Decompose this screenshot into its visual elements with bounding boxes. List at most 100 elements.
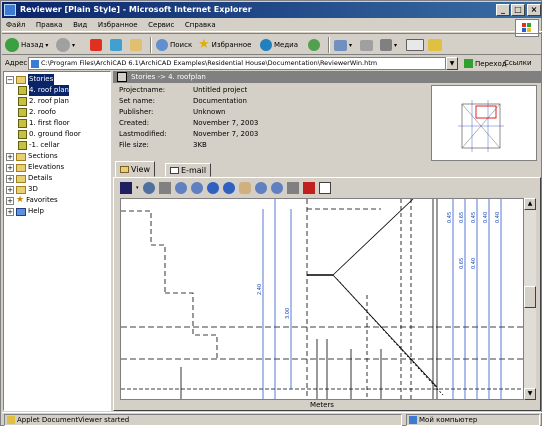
tree-help-label: Help: [28, 207, 44, 215]
forward-arrow-icon: [56, 38, 70, 52]
edit-button[interactable]: ▾: [380, 37, 397, 53]
tab-email[interactable]: E-mail: [165, 163, 212, 177]
tree-favorites[interactable]: + ★ Favorites: [6, 195, 58, 206]
tree-story-item[interactable]: 0. ground floor: [18, 129, 81, 140]
save-icon[interactable]: [120, 182, 132, 194]
tree-story-item[interactable]: -1. cellar: [18, 140, 60, 151]
tree-story-item[interactable]: 1. first floor: [18, 118, 70, 129]
plan-drawing[interactable]: 2.40 3.00 0.45 0.65 0.45 0.40 0.40 0.65 …: [120, 198, 524, 400]
tab-strip: View E-mail: [113, 161, 541, 177]
search-icon: [156, 39, 168, 51]
pan-icon[interactable]: [142, 182, 155, 194]
search-label: Поиск: [170, 41, 193, 49]
zoom-next-icon[interactable]: [270, 182, 283, 194]
scroll-down-icon[interactable]: ▼: [524, 388, 536, 400]
tree-3d[interactable]: + 3D: [6, 184, 38, 195]
tree-elevations-label: Elevations: [28, 163, 65, 171]
tree-elevations[interactable]: + Elevations: [6, 162, 64, 173]
address-value: C:\Program Files\ArchiCAD 6.1\ArchiCAD E…: [41, 59, 378, 67]
menu-help[interactable]: Справка: [181, 19, 220, 31]
maximize-button[interactable]: □: [511, 4, 525, 16]
address-input[interactable]: C:\Program Files\ArchiCAD 6.1\ArchiCAD E…: [28, 57, 446, 70]
favorites-button[interactable]: ★ Избранное: [198, 37, 251, 53]
tree-story-label: 0. ground floor: [29, 130, 81, 138]
go-label: Переход: [475, 59, 507, 68]
zoom-in-icon[interactable]: [206, 182, 219, 194]
links-button[interactable]: Ссылки: [504, 59, 532, 67]
back-arrow-icon: [5, 38, 19, 52]
tree-stories[interactable]: − Stories: [6, 74, 55, 85]
expand-icon: +: [6, 185, 14, 194]
status-zone-text: Мой компьютер: [419, 416, 478, 424]
history-button[interactable]: [308, 37, 320, 53]
stop-button[interactable]: [90, 37, 102, 53]
folder-icon: [16, 75, 26, 84]
layers-icon[interactable]: [286, 182, 299, 194]
folder-icon: [16, 152, 26, 161]
info-value: November 7, 2003: [193, 119, 259, 127]
discuss-button[interactable]: [406, 37, 424, 53]
tree-sections[interactable]: + Sections: [6, 151, 58, 162]
info-header: Stories -> 4. roofplan: [113, 71, 541, 83]
expand-icon: +: [6, 207, 14, 216]
history-icon: [308, 39, 320, 51]
scroll-up-icon[interactable]: ▲: [524, 198, 536, 210]
tree-3d-label: 3D: [28, 185, 38, 193]
status-zone: Мой компьютер: [406, 414, 540, 426]
media-button[interactable]: Медиа: [260, 37, 298, 53]
scroll-thumb[interactable]: [524, 286, 536, 308]
zoom-previous-icon[interactable]: [254, 182, 267, 194]
tab-view[interactable]: View: [115, 161, 155, 177]
menu-edit[interactable]: Правка: [32, 19, 67, 31]
vertical-scrollbar[interactable]: ▲ ▼: [524, 198, 536, 400]
info-key: Created:: [119, 119, 150, 127]
tree-help[interactable]: + Help: [6, 206, 44, 217]
dimension-label: 0.40: [471, 258, 477, 269]
address-bar: Адрес C:\Program Files\ArchiCAD 6.1\Arch…: [2, 56, 542, 71]
computer-icon: [409, 416, 417, 424]
tree-story-item[interactable]: 4. roof plan: [18, 85, 69, 96]
info-value: Documentation: [193, 97, 247, 105]
menu-tools[interactable]: Сервис: [144, 19, 178, 31]
zoom-window-icon[interactable]: [190, 182, 203, 194]
tree-story-item[interactable]: 2. roof plan: [18, 96, 69, 107]
menu-favorites[interactable]: Избранное: [94, 19, 142, 31]
refresh-button[interactable]: [110, 37, 122, 53]
envelope-icon: [170, 166, 179, 174]
tree-details[interactable]: + Details: [6, 173, 52, 184]
address-dropdown-button[interactable]: ▼: [446, 57, 458, 70]
back-button[interactable]: Назад ▾: [5, 37, 48, 53]
document-viewer: ▾ 2.40 3.00 0.45 0.65 0.45 0.40 0.40 0.6…: [113, 177, 541, 411]
status-bar: Applet DocumentViewer started Мой компью…: [2, 412, 542, 426]
mail-button[interactable]: ▾: [334, 37, 352, 53]
close-button[interactable]: ×: [527, 4, 541, 16]
menu-view[interactable]: Вид: [69, 19, 91, 31]
forward-button[interactable]: ▾: [56, 37, 75, 53]
go-button[interactable]: Переход: [464, 59, 507, 68]
home-icon: [130, 39, 142, 51]
star-icon: ★: [16, 195, 25, 205]
info-key: Publisher:: [119, 108, 154, 116]
print-icon[interactable]: [158, 182, 171, 194]
stop-icon: [90, 39, 102, 51]
dimension-label: 2.40: [257, 284, 263, 295]
zoom-out-icon[interactable]: [222, 182, 235, 194]
chevron-down-icon: ▾: [394, 41, 398, 49]
dimension-label: 0.45: [447, 212, 453, 223]
print-button[interactable]: [360, 37, 373, 53]
search-button[interactable]: Поиск: [156, 37, 192, 53]
hand-icon[interactable]: [238, 182, 251, 194]
properties-icon[interactable]: [318, 182, 331, 194]
chevron-down-icon[interactable]: ▾: [136, 185, 139, 191]
minimize-button[interactable]: _: [496, 4, 510, 16]
info-header-label: Stories -> 4. roofplan: [131, 73, 206, 81]
home-button[interactable]: [130, 37, 142, 53]
plan-thumbnail[interactable]: [431, 85, 537, 161]
edit-icon: [380, 39, 392, 51]
tree-story-label: 1. first floor: [29, 119, 70, 127]
menu-file[interactable]: Файл: [2, 19, 29, 31]
tree-story-item[interactable]: 2. roofo: [18, 107, 56, 118]
zoom-extents-icon[interactable]: [174, 182, 187, 194]
messenger-button[interactable]: [428, 37, 442, 53]
markup-icon[interactable]: [302, 182, 315, 194]
